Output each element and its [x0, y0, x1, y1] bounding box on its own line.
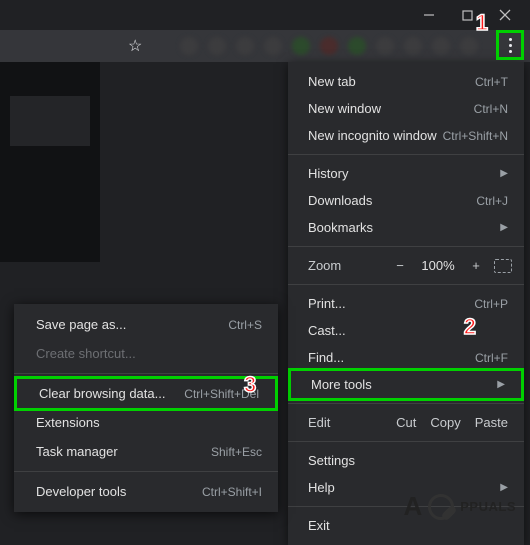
- main-menu-button[interactable]: [496, 30, 524, 60]
- menu-edit: Edit Cut Copy Paste: [288, 409, 524, 436]
- watermark-text: PPUALS: [460, 499, 516, 514]
- menu-separator: [288, 246, 524, 247]
- main-menu: New tab Ctrl+T New window Ctrl+N New inc…: [288, 62, 524, 545]
- kebab-icon: [509, 38, 512, 53]
- menu-label: Create shortcut...: [36, 346, 136, 361]
- menu-shortcut: Ctrl+N: [474, 102, 508, 116]
- browser-toolbar: ☆: [0, 30, 530, 62]
- maximize-button[interactable]: [460, 10, 474, 21]
- menu-shortcut: Ctrl+S: [228, 318, 262, 332]
- edit-copy-button[interactable]: Copy: [430, 415, 460, 430]
- fullscreen-button[interactable]: [494, 259, 512, 273]
- menu-label: More tools: [311, 377, 372, 392]
- menu-cast[interactable]: Cast...: [288, 317, 524, 344]
- submenu-clear-browsing-data[interactable]: Clear browsing data... Ctrl+Shift+Del: [14, 376, 278, 411]
- edit-label: Edit: [308, 415, 330, 430]
- minimize-button[interactable]: [422, 9, 436, 21]
- menu-label: Developer tools: [36, 484, 126, 499]
- menu-shortcut: Ctrl+Shift+I: [202, 485, 262, 499]
- -separator: [288, 441, 524, 442]
- menu-shortcut: Shift+Esc: [211, 445, 262, 459]
- menu-new-incognito[interactable]: New incognito window Ctrl+Shift+N: [288, 122, 524, 149]
- annotation-marker-2: 2: [464, 314, 476, 340]
- watermark-letter: A: [403, 491, 422, 522]
- page-panel: [10, 96, 90, 146]
- submenu-task-manager[interactable]: Task manager Shift+Esc: [14, 437, 278, 466]
- menu-label: History: [308, 166, 348, 181]
- menu-label: New tab: [308, 74, 356, 89]
- menu-separator: [14, 373, 278, 374]
- page-background: [0, 62, 100, 262]
- menu-separator: [14, 471, 278, 472]
- menu-separator: [288, 284, 524, 285]
- menu-downloads[interactable]: Downloads Ctrl+J: [288, 187, 524, 214]
- menu-shortcut: Ctrl+Shift+N: [443, 129, 508, 143]
- zoom-out-button[interactable]: −: [392, 258, 408, 273]
- menu-label: Task manager: [36, 444, 118, 459]
- menu-new-window[interactable]: New window Ctrl+N: [288, 95, 524, 122]
- menu-label: Downloads: [308, 193, 372, 208]
- chevron-right-icon: ▶: [500, 168, 508, 179]
- annotation-marker-3: 3: [244, 372, 256, 398]
- maximize-icon: [462, 10, 473, 21]
- zoom-label: Zoom: [308, 258, 341, 273]
- menu-separator: [288, 403, 524, 404]
- close-button[interactable]: [498, 9, 512, 21]
- menu-label: Exit: [308, 518, 330, 533]
- menu-label: New window: [308, 101, 381, 116]
- bookmark-star-icon[interactable]: ☆: [128, 36, 142, 56]
- menu-more-tools[interactable]: More tools ▶: [288, 368, 524, 401]
- menu-shortcut: Ctrl+J: [476, 194, 508, 208]
- menu-shortcut: Ctrl+F: [475, 351, 508, 365]
- chevron-right-icon: ▶: [500, 222, 508, 233]
- edit-cut-button[interactable]: Cut: [396, 415, 416, 430]
- menu-new-tab[interactable]: New tab Ctrl+T: [288, 68, 524, 95]
- magnifier-icon: [428, 494, 454, 520]
- menu-bookmarks[interactable]: Bookmarks ▶: [288, 214, 524, 241]
- menu-settings[interactable]: Settings: [288, 447, 524, 474]
- menu-label: Extensions: [36, 415, 100, 430]
- submenu-save-page[interactable]: Save page as... Ctrl+S: [14, 310, 278, 339]
- menu-separator: [288, 154, 524, 155]
- submenu-extensions[interactable]: Extensions: [14, 408, 278, 437]
- annotation-marker-1: 1: [476, 10, 488, 36]
- zoom-value: 100%: [418, 258, 458, 273]
- menu-label: Print...: [308, 296, 346, 311]
- menu-label: Cast...: [308, 323, 346, 338]
- menu-label: Find...: [308, 350, 344, 365]
- menu-label: Save page as...: [36, 317, 126, 332]
- menu-find[interactable]: Find... Ctrl+F: [288, 344, 524, 371]
- menu-label: New incognito window: [308, 128, 437, 143]
- menu-print[interactable]: Print... Ctrl+P: [288, 290, 524, 317]
- menu-label: Help: [308, 480, 335, 495]
- close-icon: [499, 9, 511, 21]
- menu-zoom: Zoom − 100% +: [288, 252, 524, 279]
- menu-shortcut: Ctrl+T: [475, 75, 508, 89]
- submenu-developer-tools[interactable]: Developer tools Ctrl+Shift+I: [14, 477, 278, 506]
- zoom-in-button[interactable]: +: [468, 258, 484, 273]
- edit-paste-button[interactable]: Paste: [475, 415, 508, 430]
- menu-label: Clear browsing data...: [39, 386, 165, 401]
- menu-label: Bookmarks: [308, 220, 373, 235]
- more-tools-submenu: Save page as... Ctrl+S Create shortcut..…: [14, 304, 278, 512]
- chevron-right-icon: ▶: [497, 379, 505, 390]
- menu-shortcut: Ctrl+P: [474, 297, 508, 311]
- watermark: A PPUALS: [403, 491, 516, 522]
- submenu-create-shortcut: Create shortcut...: [14, 339, 278, 368]
- minimize-icon: [423, 9, 435, 21]
- menu-label: Settings: [308, 453, 355, 468]
- menu-history[interactable]: History ▶: [288, 160, 524, 187]
- extension-icons-blur: [180, 37, 478, 55]
